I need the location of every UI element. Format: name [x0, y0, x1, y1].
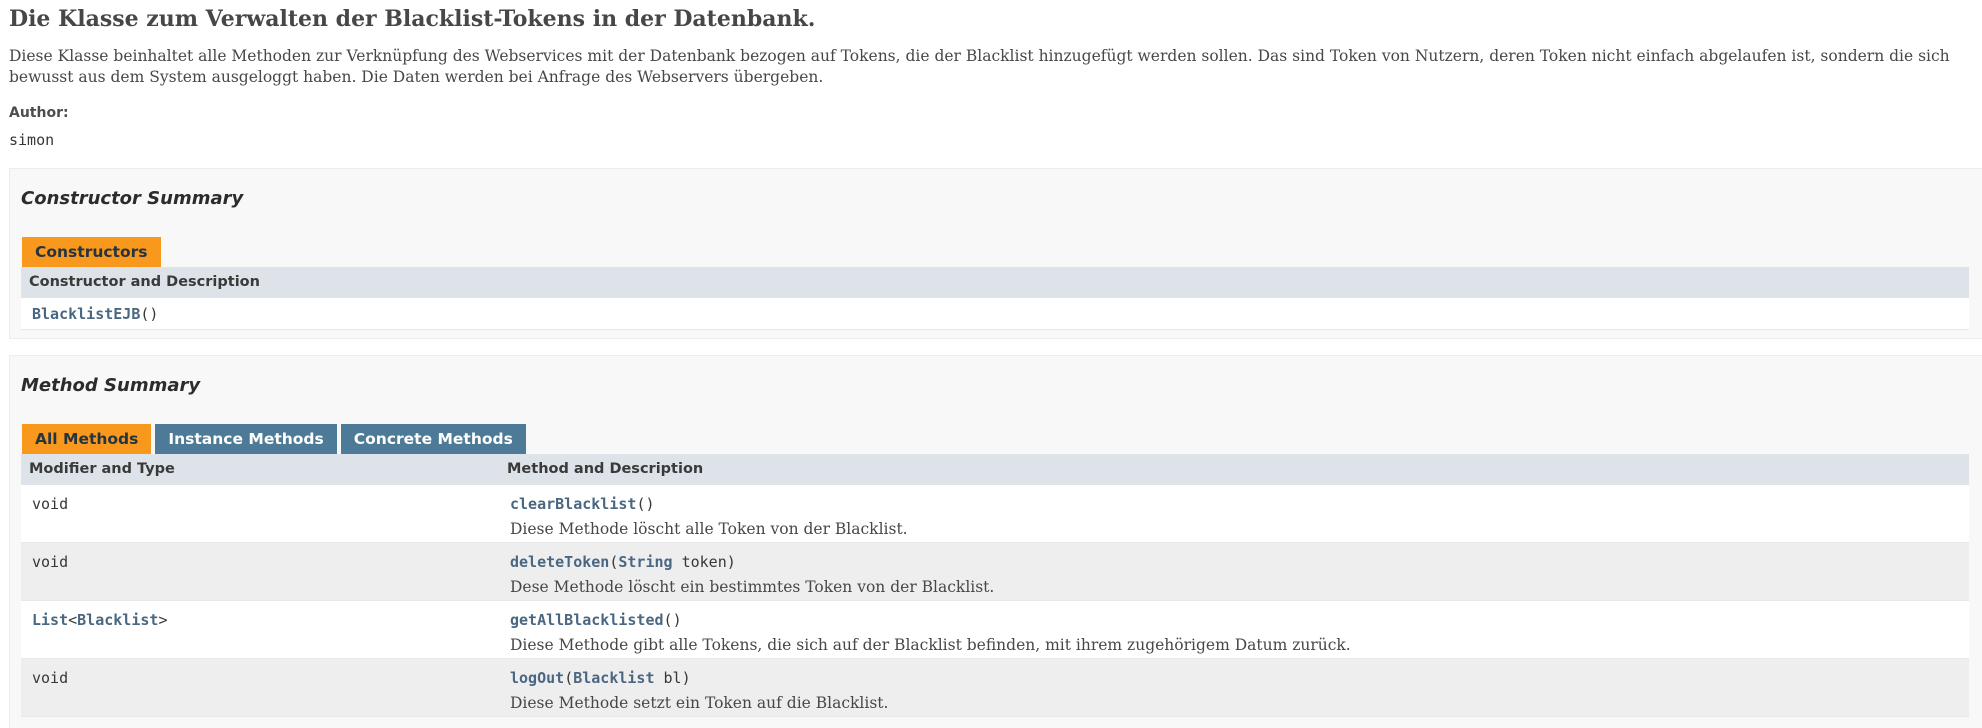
method-cell: deleteToken(String token) Dese Methode l…	[510, 553, 995, 596]
method-tabs: All Methods Instance Methods Concrete Me…	[22, 424, 526, 454]
method-return-type: void	[32, 553, 69, 571]
method-return-type: void	[32, 669, 69, 687]
table-row: void deleteToken(String token) Dese Meth…	[21, 543, 1969, 601]
column-header-method-description: Method and Description	[507, 461, 704, 477]
method-cell: getAllBlacklisted() Diese Methode gibt a…	[510, 611, 1351, 654]
method-table-header: Modifier and Type Method and Description	[21, 454, 1969, 485]
tab-all-methods[interactable]: All Methods	[22, 424, 152, 454]
method-return-type: void	[32, 495, 69, 513]
constructor-params: ()	[140, 305, 159, 323]
javadoc-page: Die Klasse zum Verwalten der Blacklist-T…	[0, 0, 1982, 149]
author-label: Author:	[9, 105, 69, 121]
table-row: BlacklistEJB()	[21, 298, 1969, 330]
constructor-summary-heading: Constructor Summary	[21, 188, 244, 209]
method-table: Modifier and Type Method and Description…	[21, 454, 1969, 717]
method-summary: Method Summary All Methods Instance Meth…	[9, 355, 1982, 728]
constructor-signature: BlacklistEJB()	[21, 298, 158, 329]
tab-instance-methods[interactable]: Instance Methods	[155, 424, 337, 454]
table-row: void logOut(Blacklist bl) Diese Methode …	[21, 659, 1969, 717]
method-link-deletetoken[interactable]: deleteToken	[510, 553, 609, 571]
method-cell: logOut(Blacklist bl) Diese Methode setzt…	[510, 669, 889, 712]
param-type-link-string[interactable]: String	[618, 553, 672, 571]
method-cell: clearBlacklist() Diese Methode löscht al…	[510, 495, 908, 538]
constructor-tabs: Constructors	[22, 237, 161, 267]
method-return-type: List<Blacklist>	[32, 611, 168, 629]
constructor-table-header: Constructor and Description	[21, 267, 1969, 298]
param-type-link-blacklist[interactable]: Blacklist	[573, 669, 654, 687]
method-description: Diese Methode setzt ein Token auf die Bl…	[510, 694, 889, 712]
method-description: Diese Methode gibt alle Tokens, die sich…	[510, 636, 1351, 654]
class-title: Die Klasse zum Verwalten der Blacklist-T…	[9, 6, 816, 32]
column-header-modifier-type: Modifier and Type	[29, 461, 175, 477]
table-row: void clearBlacklist() Diese Methode lösc…	[21, 485, 1969, 543]
constructor-link-blacklistejb[interactable]: BlacklistEJB	[32, 305, 140, 323]
tab-constructors: Constructors	[22, 237, 161, 267]
method-link-clearblacklist[interactable]: clearBlacklist	[510, 495, 636, 513]
return-type-link-list[interactable]: List	[32, 611, 68, 629]
return-type-link-blacklist[interactable]: Blacklist	[77, 611, 158, 629]
method-link-getallblacklisted[interactable]: getAllBlacklisted	[510, 611, 664, 629]
constructor-table: Constructor and Description BlacklistEJB…	[21, 267, 1969, 330]
column-header-constructor: Constructor and Description	[29, 274, 260, 290]
method-summary-heading: Method Summary	[21, 375, 201, 396]
method-description: Diese Methode löscht alle Token von der …	[510, 520, 908, 538]
method-description: Dese Methode löscht ein bestimmtes Token…	[510, 578, 995, 596]
table-row: List<Blacklist> getAllBlacklisted() Dies…	[21, 601, 1969, 659]
class-description: Diese Klasse beinhaltet alle Methoden zu…	[9, 47, 1950, 86]
author-value: simon	[9, 131, 55, 149]
method-link-logout[interactable]: logOut	[510, 669, 564, 687]
constructor-summary: Constructor Summary Constructors Constru…	[9, 168, 1982, 339]
tab-concrete-methods[interactable]: Concrete Methods	[340, 424, 526, 454]
